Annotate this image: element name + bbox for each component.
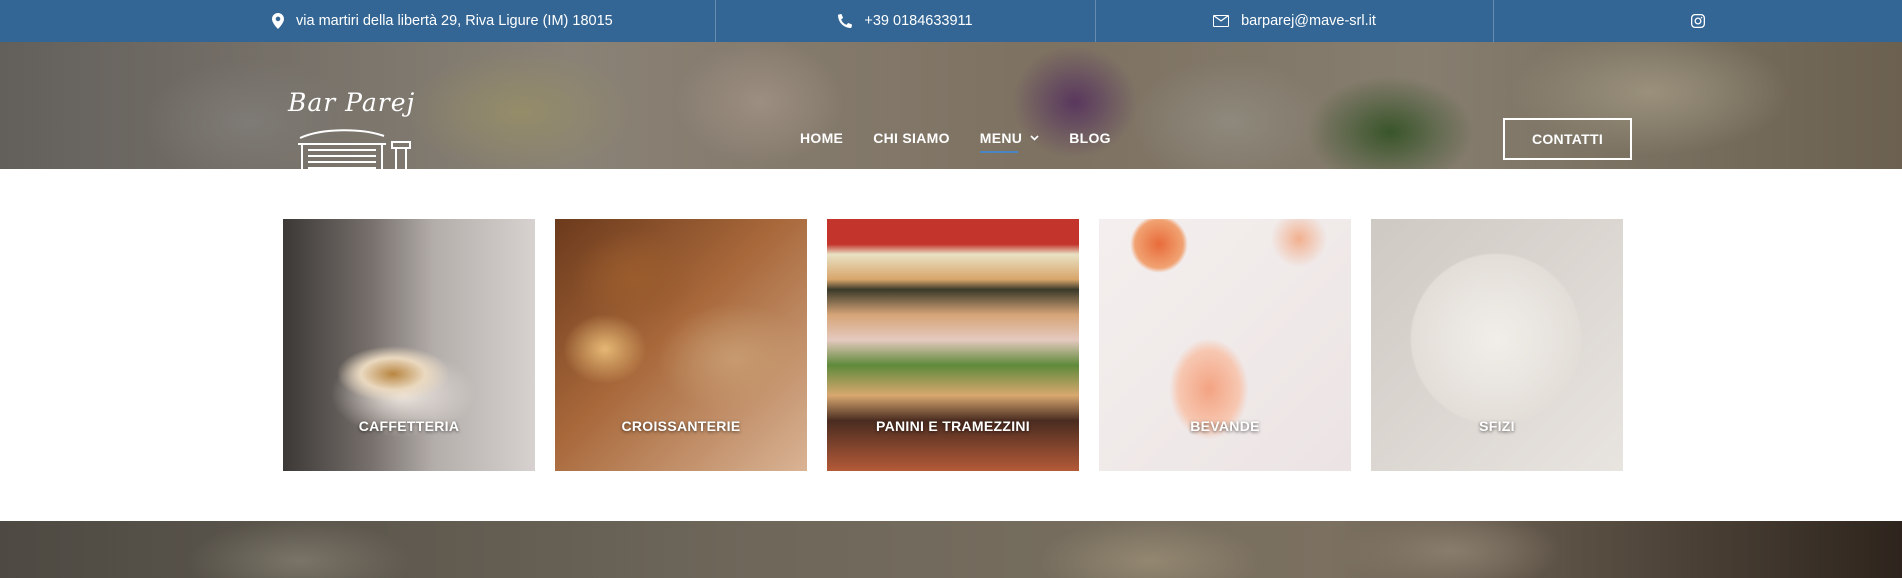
bar-counter-logo-icon xyxy=(298,129,411,169)
main-navigation: HOME CHI SIAMO MENU BLOG xyxy=(800,130,1111,153)
category-tile-panini-e-tramezzini[interactable]: PANINI E TRAMEZZINI xyxy=(827,219,1079,471)
nav-item-label: MENU xyxy=(979,130,1023,146)
nav-item-chi-siamo[interactable]: CHI SIAMO xyxy=(873,130,950,146)
category-tile-croissanterie[interactable]: CROISSANTERIE xyxy=(555,219,807,471)
category-tile-sfizi[interactable]: SFIZI xyxy=(1371,219,1623,471)
chevron-down-icon xyxy=(1030,135,1039,141)
phone-icon xyxy=(838,14,853,28)
nav-item-label: BLOG xyxy=(1069,130,1111,146)
category-label: PANINI E TRAMEZZINI xyxy=(876,418,1030,434)
email-text: barparej@mave-srl.it xyxy=(1241,13,1376,29)
envelope-icon xyxy=(1213,15,1230,27)
section-background-image xyxy=(0,521,1902,578)
phone-item[interactable]: +39 0184633911 xyxy=(716,0,1096,42)
brand-name: Bar Parej xyxy=(288,88,416,117)
address-text: via martiri della libertà 29, Riva Ligur… xyxy=(296,13,613,29)
category-label: BEVANDE xyxy=(1190,418,1260,434)
address-item[interactable]: via martiri della libertà 29, Riva Ligur… xyxy=(0,0,716,42)
category-tile-bevande[interactable]: BEVANDE xyxy=(1099,219,1351,471)
instagram-link[interactable] xyxy=(1494,0,1902,42)
nav-item-home[interactable]: HOME xyxy=(800,130,843,146)
instagram-icon xyxy=(1691,14,1705,28)
category-label: CROISSANTERIE xyxy=(621,418,741,434)
category-grid: CAFFETTERIA CROISSANTERIE PANINI E TRAME… xyxy=(283,219,1623,471)
site-logo[interactable]: Bar Parej xyxy=(288,88,428,169)
category-label: CAFFETTERIA xyxy=(358,418,460,434)
hero-header: Bar Parej HOME CHI SIAMO MENU BLOG CONTA… xyxy=(0,42,1902,169)
category-label: SFIZI xyxy=(1479,418,1515,434)
map-pin-icon xyxy=(272,13,284,29)
nav-item-label: CHI SIAMO xyxy=(873,130,950,146)
contatti-button[interactable]: CONTATTI xyxy=(1503,118,1632,160)
nav-item-label: HOME xyxy=(800,130,844,146)
phone-text: +39 0184633911 xyxy=(864,13,973,29)
nav-item-menu[interactable]: MENU xyxy=(979,130,1039,153)
email-item[interactable]: barparej@mave-srl.it xyxy=(1096,0,1494,42)
nav-item-blog[interactable]: BLOG xyxy=(1069,130,1111,146)
top-info-bar: via martiri della libertà 29, Riva Ligur… xyxy=(0,0,1902,42)
category-tile-caffetteria[interactable]: CAFFETTERIA xyxy=(283,219,535,471)
